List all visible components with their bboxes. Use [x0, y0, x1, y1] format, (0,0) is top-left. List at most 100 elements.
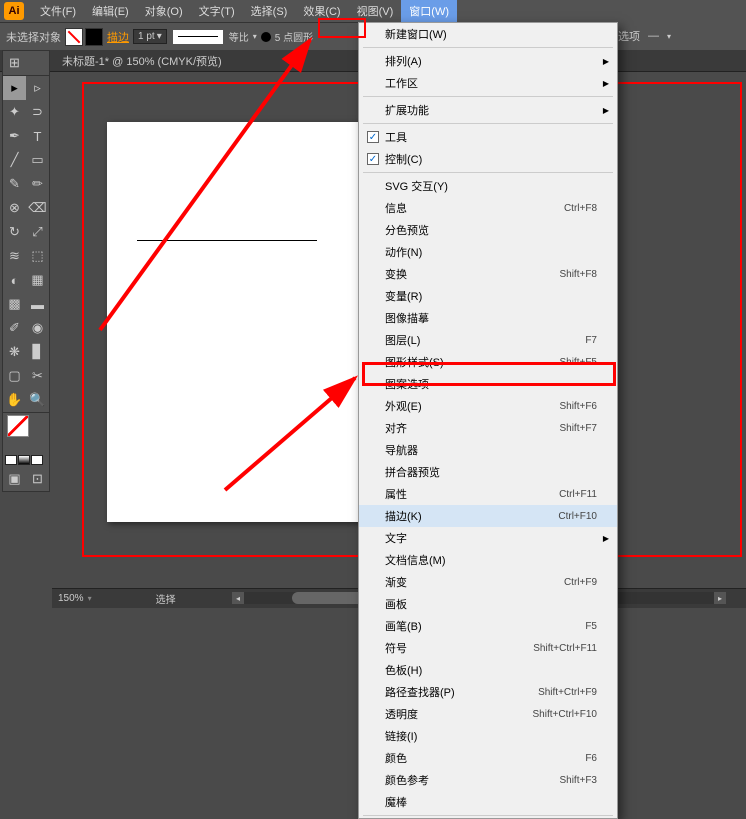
graph-tool[interactable]: ▊	[26, 340, 49, 364]
menu-item-15[interactable]: 变量(R)	[359, 285, 617, 307]
pen-tool[interactable]: ✒	[3, 124, 26, 148]
pencil-tool[interactable]: ✏	[26, 172, 49, 196]
menu-effect[interactable]: 效果(C)	[295, 0, 348, 22]
symbol-sprayer-tool[interactable]: ❋	[3, 340, 26, 364]
stroke-link[interactable]: 描边	[107, 29, 129, 45]
menu-item-30[interactable]: 画笔(B)F5	[359, 615, 617, 637]
menu-item-17[interactable]: 图层(L)F7	[359, 329, 617, 351]
menu-item-29[interactable]: 画板	[359, 593, 617, 615]
scroll-left-icon[interactable]: ◂	[232, 592, 244, 604]
menu-item-10[interactable]: SVG 交互(Y)	[359, 175, 617, 197]
menu-item-label: 链接(I)	[385, 728, 597, 744]
free-transform-tool[interactable]: ⬚	[26, 244, 49, 268]
selection-tool[interactable]: ▸	[3, 76, 26, 100]
change-screen-icon[interactable]: ⊡	[26, 467, 49, 491]
menu-type[interactable]: 文字(T)	[191, 0, 243, 22]
gradient-mode-icon[interactable]	[18, 455, 30, 465]
slice-tool[interactable]: ✂	[26, 364, 49, 388]
options-label[interactable]: 选项	[618, 28, 640, 44]
none-mode-icon[interactable]	[31, 455, 43, 465]
magic-wand-tool[interactable]: ✦	[3, 100, 26, 124]
eraser-tool[interactable]: ⌫	[26, 196, 49, 220]
zoom-tool[interactable]: 🔍	[26, 388, 49, 412]
zoom-level[interactable]: 150%	[58, 593, 84, 604]
menu-item-2[interactable]: 排列(A)▶	[359, 50, 617, 72]
scale-tool[interactable]: ⤢	[26, 220, 49, 244]
menu-item-14[interactable]: 变换Shift+F8	[359, 263, 617, 285]
menu-item-label: 工具	[385, 129, 597, 145]
menu-item-13[interactable]: 动作(N)	[359, 241, 617, 263]
menu-item-11[interactable]: 信息Ctrl+F8	[359, 197, 617, 219]
drawn-line-object[interactable]	[137, 240, 317, 241]
menu-item-33[interactable]: 路径查找器(P)Shift+Ctrl+F9	[359, 681, 617, 703]
line-tool[interactable]: ╱	[3, 148, 26, 172]
perspective-tool[interactable]: ▦	[26, 268, 49, 292]
menu-item-26[interactable]: 文字▶	[359, 527, 617, 549]
menu-item-18[interactable]: 图形样式(S)Shift+F5	[359, 351, 617, 373]
width-tool[interactable]: ≋	[3, 244, 26, 268]
direct-selection-tool[interactable]: ▹	[26, 76, 49, 100]
menu-file[interactable]: 文件(F)	[32, 0, 84, 22]
artboard[interactable]	[107, 122, 382, 522]
menu-shortcut: Ctrl+F8	[564, 203, 597, 214]
stroke-swatch[interactable]	[85, 28, 103, 46]
opacity-icon[interactable]	[261, 32, 271, 42]
menu-window[interactable]: 窗口(W)	[401, 0, 457, 22]
paintbrush-tool[interactable]: ✎	[3, 172, 26, 196]
menu-item-3[interactable]: 工作区▶	[359, 72, 617, 94]
menu-item-12[interactable]: 分色预览	[359, 219, 617, 241]
menu-item-label: 信息	[385, 200, 564, 216]
menu-item-20[interactable]: 外观(E)Shift+F6	[359, 395, 617, 417]
menu-select[interactable]: 选择(S)	[243, 0, 296, 22]
menu-item-32[interactable]: 色板(H)	[359, 659, 617, 681]
menu-item-35[interactable]: 链接(I)	[359, 725, 617, 747]
fill-stroke-control[interactable]	[3, 413, 49, 453]
menu-item-36[interactable]: 颜色F6	[359, 747, 617, 769]
tab-toggle-icon[interactable]: ⊞	[3, 51, 26, 75]
fill-swatch[interactable]	[65, 28, 83, 46]
blend-tool[interactable]: ◉	[26, 316, 49, 340]
lasso-tool[interactable]: ⊃	[26, 100, 49, 124]
menu-item-label: 属性	[385, 486, 559, 502]
gradient-tool[interactable]: ▬	[26, 292, 49, 316]
menu-object[interactable]: 对象(O)	[137, 0, 191, 22]
rectangle-tool[interactable]: ▭	[26, 148, 49, 172]
menu-item-27[interactable]: 文档信息(M)	[359, 549, 617, 571]
screen-mode-tool[interactable]: ▣	[3, 467, 26, 491]
fill-stroke-swatches[interactable]	[65, 28, 103, 46]
menu-item-19[interactable]: 图案选项	[359, 373, 617, 395]
menu-item-0[interactable]: 新建窗口(W)	[359, 23, 617, 45]
artboard-tool[interactable]: ▢	[3, 364, 26, 388]
rotate-tool[interactable]: ↻	[3, 220, 26, 244]
menu-item-label: 动作(N)	[385, 244, 597, 260]
document-tab[interactable]: 未标题-1* @ 150% (CMYK/预览)	[52, 50, 232, 72]
hand-tool[interactable]: ✋	[3, 388, 26, 412]
menu-item-8[interactable]: ✓控制(C)	[359, 148, 617, 170]
menu-item-5[interactable]: 扩展功能▶	[359, 99, 617, 121]
menu-item-31[interactable]: 符号Shift+Ctrl+F11	[359, 637, 617, 659]
stroke-weight-dropdown[interactable]: 1 pt▾	[133, 29, 167, 44]
menu-item-23[interactable]: 拼合器预览	[359, 461, 617, 483]
menu-item-34[interactable]: 透明度Shift+Ctrl+F10	[359, 703, 617, 725]
menu-item-37[interactable]: 颜色参考Shift+F3	[359, 769, 617, 791]
menu-item-22[interactable]: 导航器	[359, 439, 617, 461]
window-menu-dropdown: 新建窗口(W) 排列(A)▶工作区▶ 扩展功能▶ ✓工具✓控制(C) SVG 交互(Y)…	[358, 22, 618, 819]
stroke-preview[interactable]	[173, 30, 223, 44]
shape-builder-tool[interactable]: ◐	[3, 268, 26, 292]
menu-item-38[interactable]: 魔棒	[359, 791, 617, 813]
menu-edit[interactable]: 编辑(E)	[84, 0, 137, 22]
menu-item-21[interactable]: 对齐Shift+F7	[359, 417, 617, 439]
menu-item-25[interactable]: 描边(K)Ctrl+F10	[359, 505, 617, 527]
blob-brush-tool[interactable]: ⊗	[3, 196, 26, 220]
menu-item-label: 新建窗口(W)	[385, 26, 597, 42]
menu-item-24[interactable]: 属性Ctrl+F11	[359, 483, 617, 505]
color-mode-icon[interactable]	[5, 455, 17, 465]
type-tool[interactable]: T	[26, 124, 49, 148]
scroll-right-icon[interactable]: ▸	[714, 592, 726, 604]
menu-view[interactable]: 视图(V)	[349, 0, 402, 22]
eyedropper-tool[interactable]: ✐	[3, 316, 26, 340]
menu-item-16[interactable]: 图像描摹	[359, 307, 617, 329]
mesh-tool[interactable]: ▩	[3, 292, 26, 316]
menu-item-7[interactable]: ✓工具	[359, 126, 617, 148]
menu-item-28[interactable]: 渐变Ctrl+F9	[359, 571, 617, 593]
